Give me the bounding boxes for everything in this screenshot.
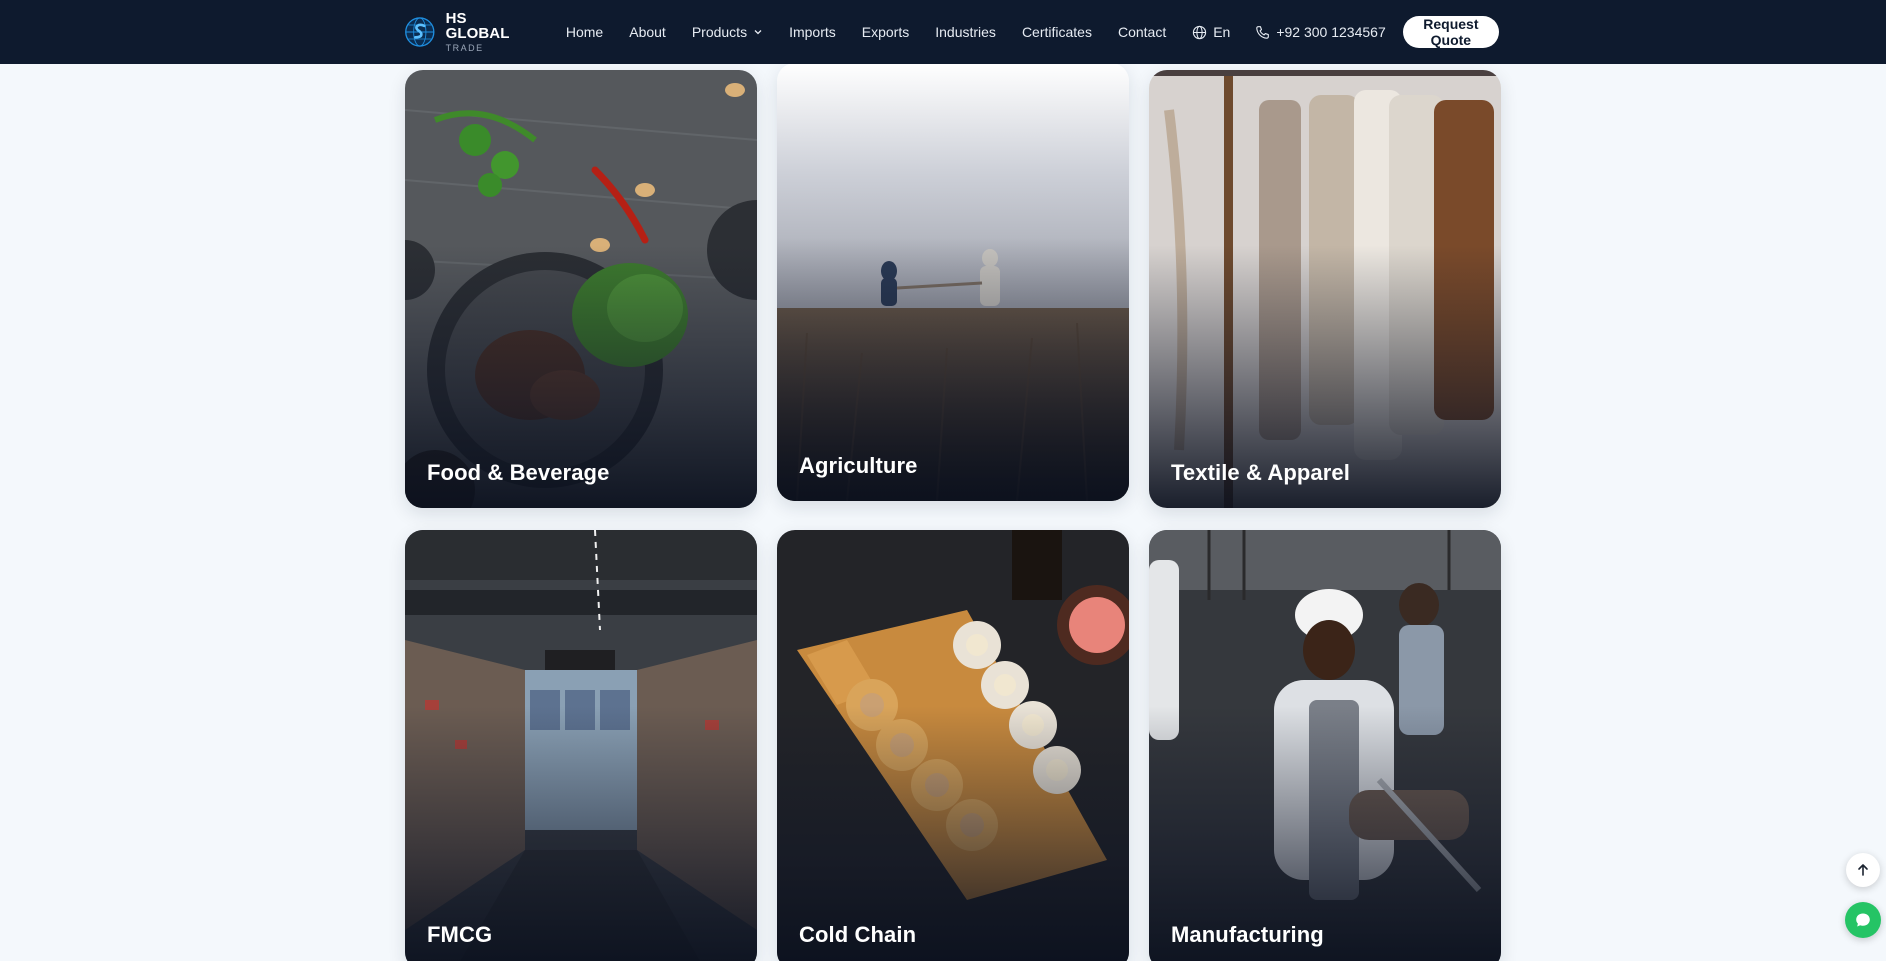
nav-link-contact[interactable]: Contact <box>1118 24 1166 40</box>
card-gradient-overlay <box>1149 70 1501 508</box>
industry-card-cold-chain[interactable]: Cold Chain <box>777 530 1129 961</box>
phone-number: +92 300 1234567 <box>1276 24 1386 40</box>
industry-card-food-beverage[interactable]: Food & Beverage <box>405 70 757 508</box>
industry-card-label: FMCG <box>427 922 493 947</box>
nav-link-products-label: Products <box>691 24 748 40</box>
card-gradient-overlay <box>777 63 1129 501</box>
card-gradient-overlay <box>1149 530 1501 961</box>
navbar-actions: En +92 300 1234567 Request Quote <box>1192 16 1499 48</box>
industry-card-label: Agriculture <box>799 453 918 478</box>
chevron-down-icon <box>754 30 762 35</box>
nav-link-home[interactable]: Home <box>566 24 603 40</box>
industry-card-label: Food & Beverage <box>427 460 610 485</box>
brand-title: HS GLOBAL <box>445 10 510 42</box>
nav-link-exports[interactable]: Exports <box>862 24 909 40</box>
industry-card-manufacturing[interactable]: Manufacturing <box>1149 530 1501 961</box>
chat-button[interactable] <box>1845 902 1881 938</box>
industry-card-agriculture[interactable]: Agriculture <box>777 63 1129 501</box>
card-gradient-overlay <box>405 70 757 508</box>
nav-link-certificates[interactable]: Certificates <box>1022 24 1092 40</box>
nav-link-products[interactable]: Products <box>692 24 763 40</box>
industry-card-fmcg[interactable]: FMCG <box>405 530 757 961</box>
card-gradient-overlay <box>777 530 1129 961</box>
navbar-container: HS GLOBAL TRADE Home About Products Impo… <box>404 0 1499 64</box>
card-gradient-overlay <box>405 530 757 961</box>
phone-link[interactable]: +92 300 1234567 <box>1255 24 1386 40</box>
language-selector[interactable]: En <box>1192 24 1230 40</box>
language-label: En <box>1213 24 1231 40</box>
request-quote-button[interactable]: Request Quote <box>1402 16 1499 48</box>
industry-card-label: Cold Chain <box>799 922 917 947</box>
nav-link-industries[interactable]: Industries <box>935 24 996 40</box>
nav-link-about[interactable]: About <box>629 24 666 40</box>
nav-link-imports[interactable]: Imports <box>789 24 836 40</box>
industry-card-label: Textile & Apparel <box>1171 460 1350 485</box>
top-navbar: HS GLOBAL TRADE Home About Products Impo… <box>0 0 1886 64</box>
industry-card-textile-apparel[interactable]: Textile & Apparel <box>1149 70 1501 508</box>
brand-logo[interactable]: HS GLOBAL TRADE <box>404 11 524 53</box>
globe-hs-logo-icon <box>405 17 435 47</box>
industry-card-label: Manufacturing <box>1171 922 1324 947</box>
chat-bubble-icon <box>1856 913 1870 927</box>
brand-subtitle: TRADE <box>445 43 484 53</box>
arrow-up-icon <box>1858 864 1868 876</box>
main-nav: Home About Products Imports Exports Indu… <box>566 24 1192 40</box>
phone-icon <box>1256 25 1270 39</box>
globe-icon <box>1193 25 1207 39</box>
scroll-to-top-button[interactable] <box>1846 853 1880 887</box>
